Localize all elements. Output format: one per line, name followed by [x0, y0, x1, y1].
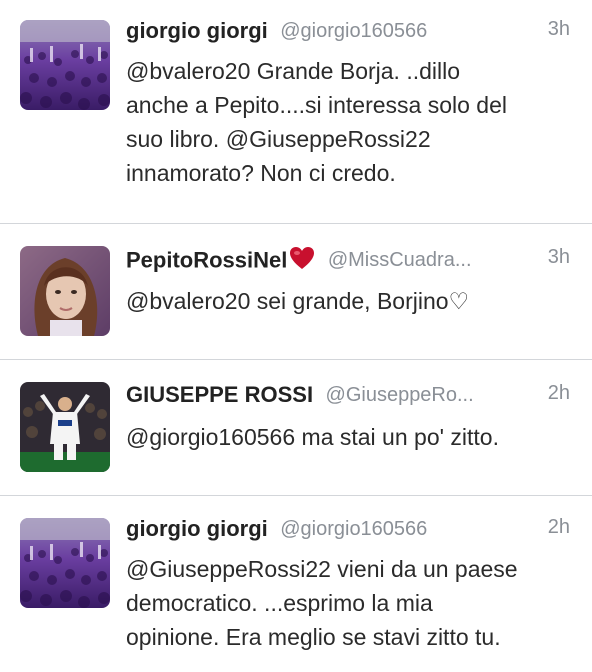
tweet-item[interactable]: PepitoRossiNel @MissCuadra... 3h @bvaler…	[0, 224, 592, 360]
tweet-header: giorgio giorgi @giorgio160566 3h	[126, 18, 570, 50]
tweet-header: GIUSEPPE ROSSI @GiuseppeRo... 2h	[126, 382, 570, 414]
tweet-item[interactable]: giorgio giorgi @giorgio160566 3h @bvaler…	[0, 0, 592, 224]
crowd-avatar[interactable]	[20, 20, 110, 110]
tweet-timeline: giorgio giorgi @giorgio160566 3h @bvaler…	[0, 0, 592, 672]
tweet-text: @giorgio160566 ma stai un po' zitto.	[126, 424, 499, 450]
author-handle[interactable]: @giorgio160566	[280, 20, 427, 42]
tweet-time[interactable]: 2h	[548, 382, 570, 405]
author-handle[interactable]: @giorgio160566	[280, 518, 427, 540]
author-name[interactable]: giorgio giorgi	[126, 516, 268, 541]
author-handle[interactable]: @GiuseppeRo...	[326, 384, 474, 406]
tweet-item[interactable]: GIUSEPPE ROSSI @GiuseppeRo... 2h @giorgi…	[0, 360, 592, 496]
tweet-item[interactable]: giorgio giorgi @giorgio160566 2h @Giusep…	[0, 496, 592, 672]
author-name[interactable]: PepitoRossiNel	[126, 248, 287, 273]
tweet-text: @bvalero20 Grande Borja. ..dillo anche a…	[126, 58, 508, 186]
author-name[interactable]: giorgio giorgi	[126, 18, 268, 43]
tweet-text: @GiuseppeRossi22 vieni da un paese democ…	[126, 556, 518, 650]
author-handle[interactable]: @MissCuadra...	[328, 249, 472, 271]
girl-avatar[interactable]	[20, 246, 110, 336]
crowd-avatar[interactable]	[20, 518, 110, 608]
player-avatar[interactable]	[20, 382, 110, 472]
tweet-time[interactable]: 3h	[548, 246, 570, 269]
tweet-header: giorgio giorgi @giorgio160566 2h	[126, 516, 570, 548]
tweet-time[interactable]: 3h	[548, 18, 570, 41]
tweet-text: @bvalero20 sei grande, Borjino♡	[126, 288, 470, 314]
red-heart-icon	[289, 246, 315, 275]
tweet-time[interactable]: 2h	[548, 516, 570, 539]
author-name[interactable]: GIUSEPPE ROSSI	[126, 382, 313, 407]
tweet-header: PepitoRossiNel @MissCuadra... 3h	[126, 246, 570, 278]
